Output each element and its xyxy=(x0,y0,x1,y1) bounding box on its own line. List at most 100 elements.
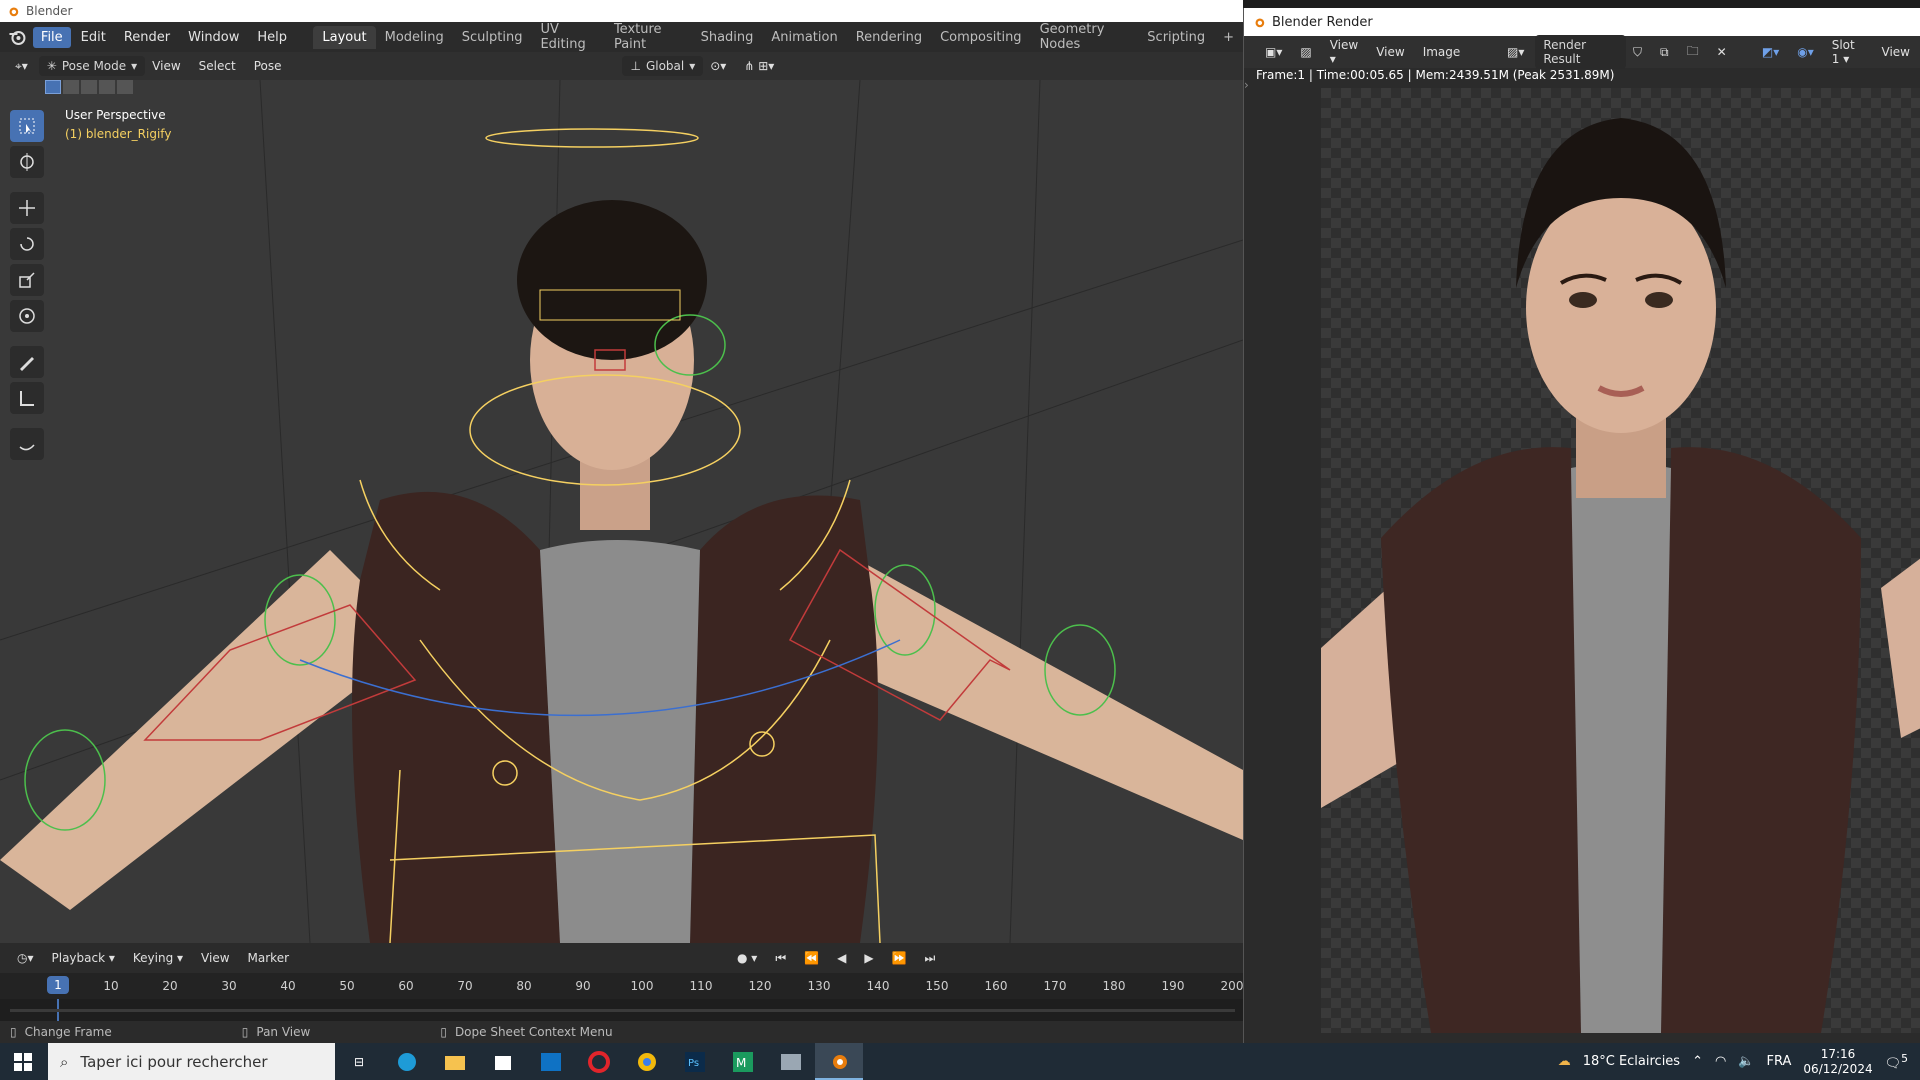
scale-icon[interactable] xyxy=(10,264,44,296)
tool-shelf xyxy=(10,110,46,460)
blender-logo-icon xyxy=(1255,18,1265,28)
menu-window[interactable]: Window xyxy=(180,27,247,48)
new-image-icon[interactable]: ⧉ xyxy=(1653,42,1676,63)
open-image-icon[interactable]: 🗀 xyxy=(1680,39,1706,66)
menu-help[interactable]: Help xyxy=(249,27,295,48)
weather-text[interactable]: 18°C Eclaircies xyxy=(1583,1054,1680,1069)
transform-icon[interactable] xyxy=(10,300,44,332)
timeline-menu-view[interactable]: View xyxy=(194,948,236,968)
select-new-icon[interactable] xyxy=(45,80,61,94)
outlook-icon[interactable] xyxy=(527,1043,575,1080)
current-frame-indicator[interactable]: 1 xyxy=(47,976,69,994)
volume-icon[interactable]: 🔈 xyxy=(1738,1054,1754,1069)
timeline-menu-marker[interactable]: Marker xyxy=(241,948,296,968)
render-result-field[interactable]: Render Result xyxy=(1535,35,1626,69)
weather-icon[interactable]: ☁ xyxy=(1558,1054,1571,1069)
play-reverse-icon[interactable]: ◀ xyxy=(830,948,853,968)
expand-arrow-icon[interactable]: › xyxy=(1244,78,1249,92)
opera-icon[interactable] xyxy=(575,1043,623,1080)
add-workspace-button[interactable]: + xyxy=(1214,26,1243,49)
timeline-menu-playback[interactable]: Playback ▾ xyxy=(45,948,122,968)
chevron-up-icon[interactable]: ⌃ xyxy=(1692,1054,1703,1069)
next-keyframe-icon[interactable]: ⏩ xyxy=(885,948,914,968)
slot-dropdown[interactable]: Slot 1 ▾ xyxy=(1825,35,1871,69)
menu-render[interactable]: Render xyxy=(116,27,178,48)
blender-menu-icon[interactable] xyxy=(6,27,29,47)
blender-logo-icon xyxy=(9,7,19,17)
tab-sculpting[interactable]: Sculpting xyxy=(453,26,532,49)
timeline-editor-type-icon[interactable]: ◷▾ xyxy=(10,948,41,968)
render-menu-view-dropdown[interactable]: View ▾ xyxy=(1323,35,1365,69)
tab-geometry-nodes[interactable]: Geometry Nodes xyxy=(1031,18,1139,56)
blender-taskbar-icon[interactable] xyxy=(815,1043,863,1080)
tab-texture-paint[interactable]: Texture Paint xyxy=(605,18,692,56)
pivot-point-icon[interactable]: ⊙▾ xyxy=(703,56,733,76)
notifications-icon[interactable]: 🗨5 xyxy=(1885,1052,1908,1071)
move-icon[interactable] xyxy=(10,192,44,224)
prev-keyframe-icon[interactable]: ⏪ xyxy=(797,948,826,968)
timeline-track[interactable] xyxy=(0,999,1243,1021)
jump-end-icon[interactable]: ⏭ xyxy=(918,948,943,969)
close-image-icon[interactable]: ✕ xyxy=(1710,42,1734,62)
tab-modeling[interactable]: Modeling xyxy=(376,26,453,49)
image-editor-type-icon[interactable]: ▣▾ xyxy=(1258,42,1289,62)
play-icon[interactable]: ▶ xyxy=(857,948,880,968)
menu-select[interactable]: Select xyxy=(192,56,243,76)
record-button-icon[interactable]: ● ▾ xyxy=(730,948,764,968)
fake-user-icon[interactable]: ⛉ xyxy=(1626,42,1649,63)
render-menu-image[interactable]: Image xyxy=(1416,42,1468,62)
cursor-icon[interactable] xyxy=(10,146,44,178)
render-result-image[interactable] xyxy=(1321,88,1920,1033)
timeline-menu-keying[interactable]: Keying ▾ xyxy=(126,948,190,968)
image-view-mode-icon[interactable]: ▨ xyxy=(1293,42,1318,62)
timeline-scrollbar[interactable] xyxy=(10,1009,1235,1012)
browse-image-icon[interactable]: ▨▾ xyxy=(1500,42,1531,62)
render-menu-view[interactable]: View xyxy=(1369,42,1411,62)
menu-edit[interactable]: Edit xyxy=(73,27,114,48)
network-icon[interactable]: ◠ xyxy=(1715,1054,1726,1069)
tab-compositing[interactable]: Compositing xyxy=(931,26,1031,49)
tab-scripting[interactable]: Scripting xyxy=(1138,26,1214,49)
tab-uv-editing[interactable]: UV Editing xyxy=(531,18,605,56)
menu-view[interactable]: View xyxy=(145,56,187,76)
select-box-icon[interactable] xyxy=(10,110,44,142)
editor-type-icon[interactable]: ⌖▾ xyxy=(8,56,35,77)
svg-text:Ps: Ps xyxy=(688,1058,699,1069)
chrome-icon[interactable] xyxy=(623,1043,671,1080)
transform-orientation-icon: ⊥ xyxy=(630,59,641,73)
photoshop-icon[interactable]: Ps xyxy=(671,1043,719,1080)
taskbar-search[interactable]: ⌕ Taper ici pour rechercher xyxy=(48,1043,335,1080)
rotate-icon[interactable] xyxy=(10,228,44,260)
orientation-dropdown[interactable]: ⊥ Global ▾ xyxy=(622,56,704,76)
measure-icon[interactable] xyxy=(10,382,44,414)
select-invert-icon[interactable] xyxy=(99,80,115,94)
timeline-ruler[interactable]: 1 10 20 30 40 50 60 70 80 90 100 110 120 130 140 150 16… xyxy=(0,973,1243,999)
annotate-icon[interactable] xyxy=(10,346,44,378)
menu-file[interactable]: File xyxy=(32,26,71,48)
select-extend-icon[interactable] xyxy=(63,80,79,94)
tab-layout[interactable]: Layout xyxy=(313,25,376,49)
3d-viewport[interactable] xyxy=(0,80,1243,943)
store-icon[interactable] xyxy=(479,1043,527,1080)
jump-start-icon[interactable]: ⏮ xyxy=(768,948,793,969)
snap-icon[interactable]: ⋔ ⊞▾ xyxy=(737,56,781,76)
bone-roll-icon[interactable] xyxy=(10,428,44,460)
channels-icon[interactable]: ◩▾ xyxy=(1755,42,1786,62)
view-layer-menu[interactable]: View xyxy=(1875,42,1917,62)
select-subtract-icon[interactable] xyxy=(81,80,97,94)
overlay-icon[interactable]: ◉▾ xyxy=(1790,42,1821,62)
tab-animation[interactable]: Animation xyxy=(762,26,846,49)
tab-shading[interactable]: Shading xyxy=(692,26,763,49)
language-indicator[interactable]: FRA xyxy=(1767,1054,1792,1069)
windows-start-icon[interactable] xyxy=(0,1043,46,1080)
app-window-icon[interactable] xyxy=(767,1043,815,1080)
clock[interactable]: 17:16 06/12/2024 xyxy=(1803,1047,1872,1077)
file-explorer-icon[interactable] xyxy=(431,1043,479,1080)
malwarebytes-icon[interactable]: M xyxy=(719,1043,767,1080)
select-intersect-icon[interactable] xyxy=(117,80,133,94)
menu-pose[interactable]: Pose xyxy=(247,56,289,76)
edge-icon[interactable] xyxy=(383,1043,431,1080)
task-view-icon[interactable]: ⊟ xyxy=(335,1043,383,1080)
tab-rendering[interactable]: Rendering xyxy=(847,26,931,49)
mode-dropdown[interactable]: ✳ Pose Mode ▾ xyxy=(38,56,146,76)
